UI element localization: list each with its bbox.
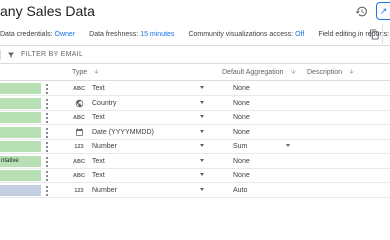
more-vert-icon[interactable] <box>45 185 49 196</box>
table-row[interactable]: 123 Number Auto <box>0 184 390 198</box>
default-aggregation: None <box>233 128 250 136</box>
data-credentials-value[interactable]: Owner <box>55 31 76 38</box>
field-name[interactable] <box>0 112 41 123</box>
calendar-icon <box>74 128 84 138</box>
field-name[interactable] <box>0 97 41 109</box>
chevron-down-icon[interactable] <box>286 144 290 147</box>
filter-by-email-label: FILTER BY EMAIL <box>21 51 84 58</box>
share-icon: ↗ <box>379 5 388 16</box>
chevron-down-icon[interactable] <box>200 115 204 118</box>
text-type-icon: ABC <box>73 115 85 121</box>
more-vert-icon[interactable] <box>45 171 49 181</box>
table-row[interactable]: Date (YYYYMMDD) None <box>0 126 390 140</box>
sort-arrow-icon <box>93 68 100 77</box>
share-button[interactable]: ↗ <box>376 2 390 20</box>
data-credentials-setting[interactable]: Data credentials: Owner <box>0 31 75 38</box>
table-row[interactable]: 123 Number Sum <box>0 140 390 154</box>
field-type[interactable]: Text <box>92 114 105 121</box>
chevron-down-icon[interactable] <box>200 144 204 147</box>
more-vert-icon[interactable] <box>45 127 49 138</box>
number-type-icon: 123 <box>74 144 84 150</box>
chevron-down-icon[interactable] <box>200 158 204 162</box>
text-type-icon: ABC <box>73 158 85 165</box>
field-type[interactable]: Country <box>92 100 117 107</box>
default-aggregation-column-header[interactable]: Default Aggregation <box>222 68 297 77</box>
data-source-settings-bar: Data credentials: Owner Data freshness: … <box>0 24 390 44</box>
field-name[interactable] <box>0 141 41 152</box>
more-vert-icon[interactable] <box>45 113 49 123</box>
default-aggregation: None <box>233 172 250 179</box>
default-aggregation: None <box>233 157 250 165</box>
field-name[interactable] <box>0 170 41 181</box>
chevron-down-icon[interactable] <box>200 173 204 176</box>
field-type[interactable]: Text <box>92 85 105 92</box>
top-actions: ↗ <box>354 0 390 22</box>
more-vert-icon[interactable] <box>45 84 49 94</box>
data-freshness-value[interactable]: 15 minutes <box>140 31 174 38</box>
table-row[interactable]: Country None <box>0 97 390 111</box>
copy-icon[interactable] <box>368 27 380 41</box>
community-visualizations-setting[interactable]: Community visualizations access: Off <box>188 31 304 38</box>
field-type[interactable]: Number <box>92 187 117 194</box>
field-type[interactable]: Number <box>92 143 117 150</box>
divider <box>0 49 1 60</box>
fields-table-header: Type Default Aggregation Description <box>0 64 390 81</box>
default-aggregation: None <box>233 114 250 121</box>
globe-icon <box>74 99 84 109</box>
chevron-down-icon[interactable] <box>200 129 204 133</box>
chevron-down-icon[interactable] <box>200 100 204 104</box>
history-icon[interactable] <box>354 4 368 18</box>
default-aggregation[interactable]: Sum <box>233 143 247 150</box>
table-row[interactable]: ABC Text None <box>0 82 390 96</box>
data-source-title: any Sales Data <box>0 3 95 19</box>
filter-by-email-bar[interactable]: FILTER BY EMAIL <box>0 45 390 64</box>
chevron-down-icon[interactable] <box>200 187 204 191</box>
number-type-icon: 123 <box>74 187 84 194</box>
community-visualizations-value[interactable]: Off <box>295 31 304 38</box>
table-row[interactable]: ABC Text None <box>0 169 390 183</box>
text-type-icon: ABC <box>73 86 85 92</box>
field-name[interactable] <box>0 184 41 196</box>
field-type[interactable]: Text <box>92 172 105 179</box>
description-column-header[interactable]: Description <box>307 68 355 77</box>
field-type[interactable]: Date (YYYYMMDD) <box>92 129 154 136</box>
field-name[interactable] <box>0 126 41 138</box>
divider <box>382 24 390 44</box>
default-aggregation: Auto <box>233 186 248 194</box>
default-aggregation: None <box>233 85 250 92</box>
table-row[interactable]: ntative ABC Text None <box>0 155 390 169</box>
field-name[interactable]: ntative <box>0 155 41 167</box>
type-column-header[interactable]: Type <box>72 68 100 77</box>
field-name[interactable] <box>0 83 41 94</box>
table-row[interactable]: ABC Text None <box>0 111 390 125</box>
sort-arrow-icon <box>290 68 297 77</box>
chevron-down-icon[interactable] <box>200 86 204 89</box>
sort-arrow-icon <box>348 68 355 77</box>
text-type-icon: ABC <box>73 173 85 179</box>
data-freshness-setting[interactable]: Data freshness: 15 minutes <box>89 31 174 38</box>
more-vert-icon[interactable] <box>45 98 49 109</box>
more-vert-icon[interactable] <box>45 156 49 167</box>
more-vert-icon[interactable] <box>45 142 49 152</box>
default-aggregation: None <box>233 99 250 107</box>
filter-icon <box>7 51 15 59</box>
field-type[interactable]: Text <box>92 158 105 165</box>
